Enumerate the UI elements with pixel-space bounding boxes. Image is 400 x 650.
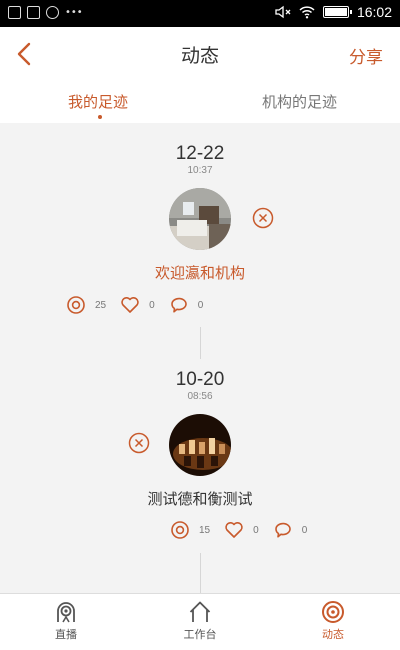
wifi-icon bbox=[299, 6, 315, 19]
entry-stats: 15 0 0 bbox=[170, 520, 321, 540]
comment-icon[interactable] bbox=[273, 520, 293, 540]
entry-stats: 25 0 0 bbox=[66, 295, 217, 315]
page-title: 动态 bbox=[180, 45, 219, 67]
comments-count: 0 bbox=[301, 524, 308, 536]
active-tab-indicator bbox=[98, 115, 102, 119]
share-button[interactable]: 分享 bbox=[349, 43, 383, 68]
nav-item-activity[interactable]: 动态 bbox=[293, 600, 373, 642]
notification-icons: ••• bbox=[8, 6, 83, 19]
wechat-icon bbox=[46, 6, 59, 19]
comments-count: 0 bbox=[197, 299, 204, 311]
views-count: 25 bbox=[95, 299, 107, 311]
nav-label: 直播 bbox=[55, 628, 77, 641]
download-icon bbox=[27, 6, 40, 19]
likes-count: 0 bbox=[253, 524, 259, 536]
nav-label: 动态 bbox=[322, 628, 344, 641]
more-dots-icon: ••• bbox=[65, 7, 83, 18]
views-icon bbox=[171, 521, 189, 539]
nav-item-live[interactable]: 直播 bbox=[26, 600, 106, 642]
image-icon bbox=[8, 6, 21, 19]
header: 动态 分享 bbox=[0, 27, 400, 81]
views-icon bbox=[67, 296, 85, 314]
entry-title[interactable]: 测试德和衡测试 bbox=[0, 488, 400, 509]
live-icon bbox=[57, 602, 75, 623]
bottom-nav: 直播 工作台 动态 bbox=[0, 593, 400, 650]
nav-item-workbench[interactable]: 工作台 bbox=[160, 600, 240, 642]
tab-bar: 我的足迹 机构的足迹 bbox=[0, 81, 400, 123]
comment-icon[interactable] bbox=[169, 295, 189, 315]
home-icon bbox=[189, 601, 211, 622]
likes-count: 0 bbox=[149, 299, 155, 311]
clock: 16:02 bbox=[356, 4, 392, 20]
entry-thumbnail[interactable] bbox=[169, 188, 231, 250]
delete-icon[interactable] bbox=[128, 432, 150, 454]
delete-icon[interactable] bbox=[252, 207, 274, 229]
like-icon[interactable] bbox=[120, 295, 140, 315]
status-bar: ••• 16:02 bbox=[0, 0, 400, 27]
entry-date: 12-22 bbox=[175, 143, 225, 164]
entry-title[interactable]: 欢迎瀛和机构 bbox=[0, 262, 400, 283]
like-icon[interactable] bbox=[224, 520, 244, 540]
battery-icon bbox=[322, 6, 352, 18]
entry-date: 10-20 bbox=[175, 369, 225, 390]
timeline[interactable]: 12-22 10:37 欢迎瀛和机构 25 0 0 10-20 08:56 测试… bbox=[0, 123, 400, 593]
mute-icon bbox=[275, 5, 291, 19]
entry-time: 08:56 bbox=[187, 391, 213, 402]
entry-time: 10:37 bbox=[187, 165, 213, 176]
target-icon bbox=[322, 601, 344, 623]
tab-my-footprints[interactable]: 我的足迹 bbox=[68, 91, 128, 112]
tab-org-footprints[interactable]: 机构的足迹 bbox=[262, 91, 337, 112]
timeline-connector bbox=[200, 553, 201, 593]
views-count: 15 bbox=[199, 524, 211, 536]
nav-label: 工作台 bbox=[183, 628, 217, 641]
entry-thumbnail[interactable] bbox=[169, 414, 231, 476]
